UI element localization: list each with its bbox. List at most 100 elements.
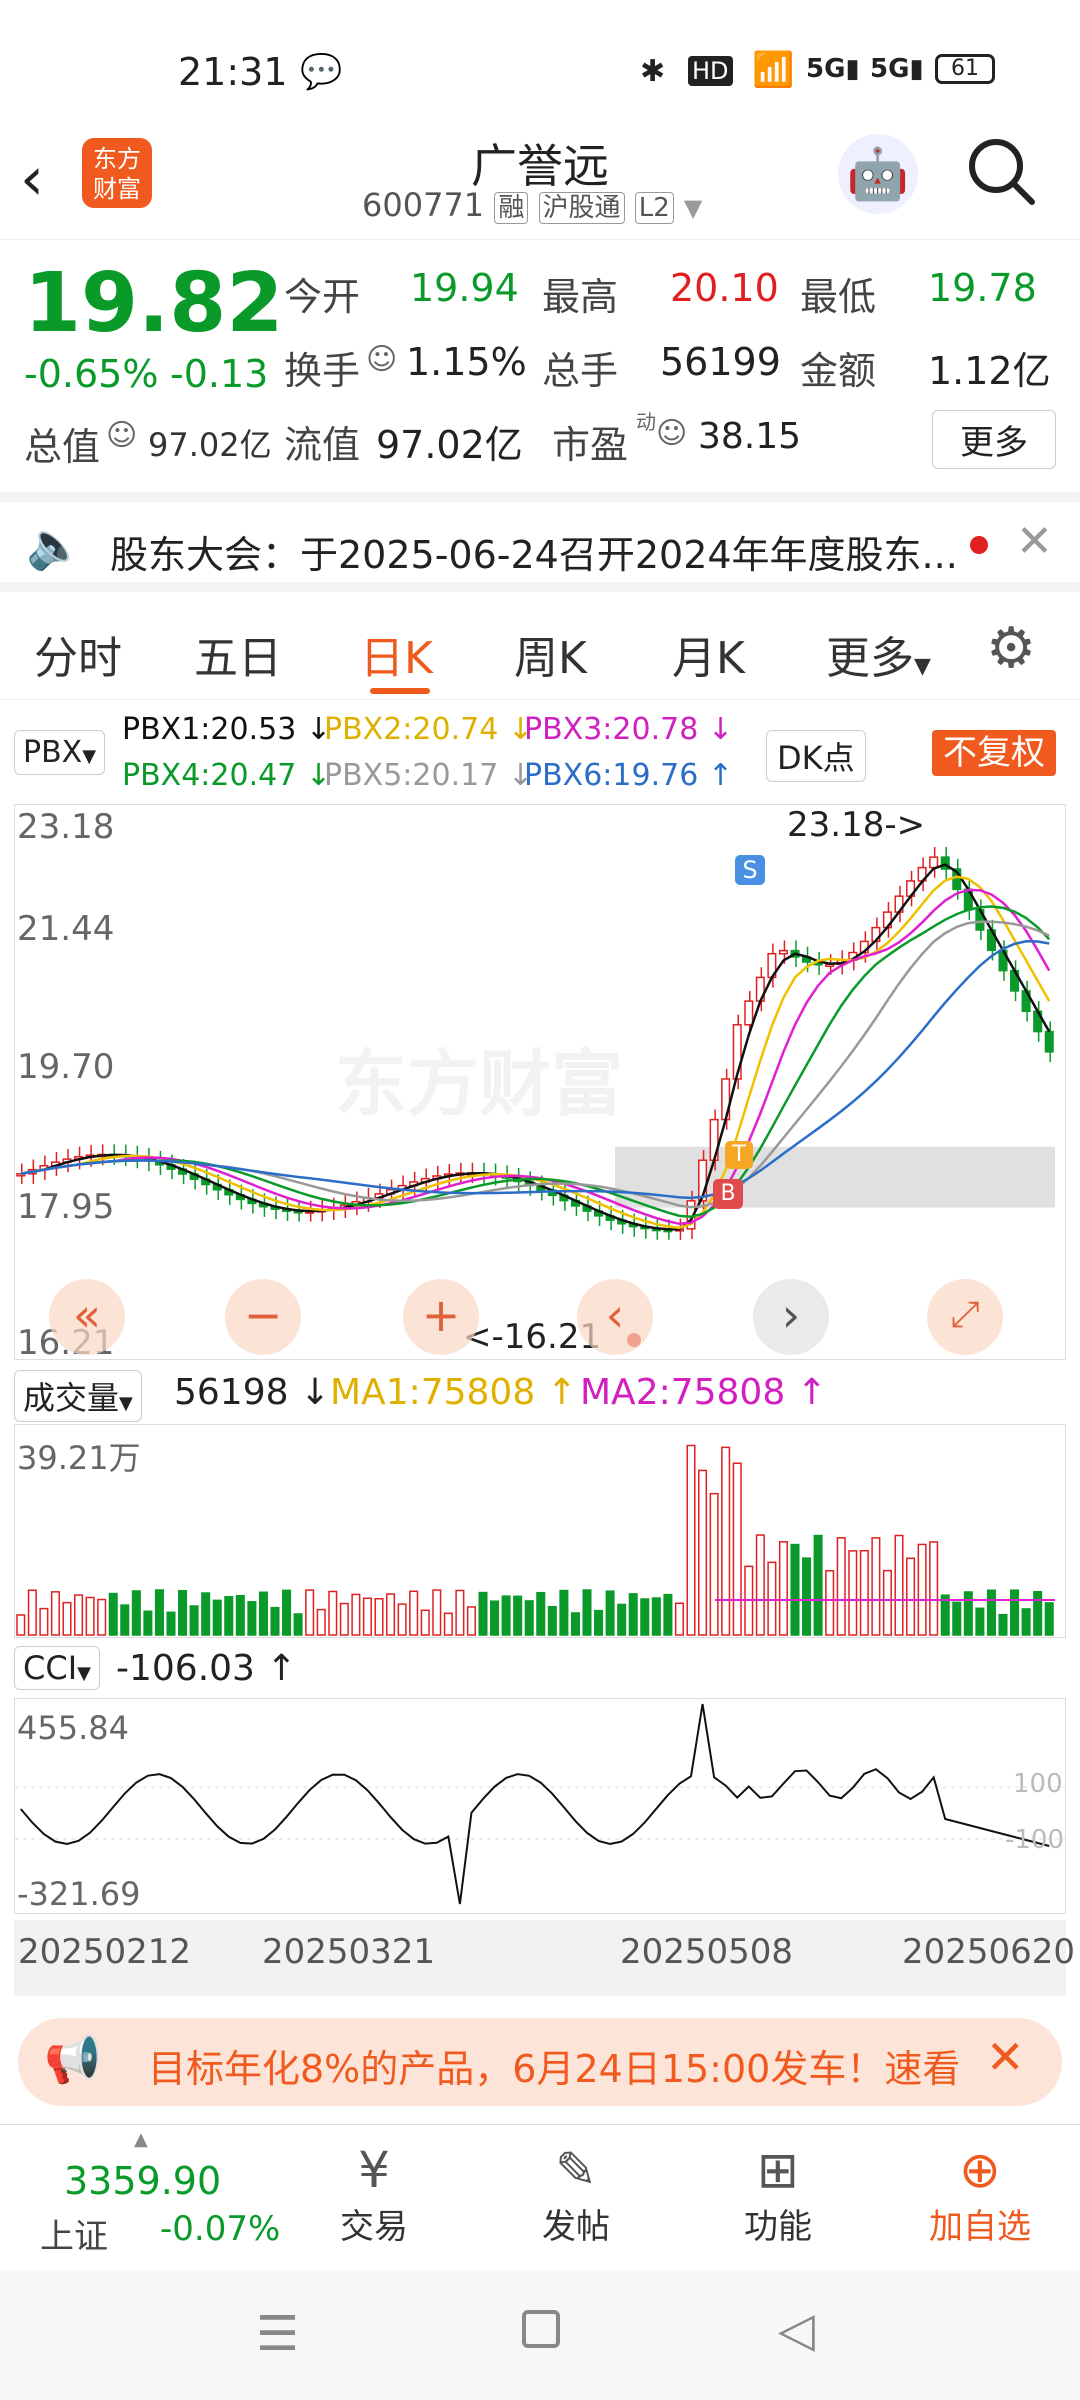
scroll-right-button[interactable]: › xyxy=(753,1279,829,1355)
volume-bar xyxy=(975,1607,985,1636)
cci-chart[interactable]: 455.84 -321.69 100 -100 xyxy=(14,1698,1066,1914)
volume-bar xyxy=(85,1596,95,1636)
tab-weekly-k[interactable]: 周K xyxy=(514,622,587,686)
volume-bar xyxy=(582,1589,592,1636)
volume-bar xyxy=(536,1591,546,1636)
t-marker[interactable]: T xyxy=(725,1141,753,1169)
close-icon[interactable]: ✕ xyxy=(1016,516,1053,567)
volume-bar xyxy=(108,1592,118,1636)
promo-close-icon[interactable]: ✕ xyxy=(986,2030,1025,2084)
candle-body xyxy=(778,949,788,955)
signal-5g-icon: 5G▮ xyxy=(806,54,860,84)
cci-svg xyxy=(15,1703,1065,1905)
tab-intraday[interactable]: 分时 xyxy=(34,622,122,686)
post-edit-icon: ✎ xyxy=(555,2141,597,2199)
tab-daily-k[interactable]: 日K xyxy=(360,622,433,686)
fullscreen-icon[interactable]: ⤢ xyxy=(927,1279,1003,1355)
volume-ma2: MA2:75808 ↑ xyxy=(580,1372,827,1413)
promo-banner[interactable]: 📢 目标年化8%的产品，6月24日15:00发车！速看 ✕ xyxy=(18,2018,1062,2106)
dk-point-button[interactable]: DK点 xyxy=(766,730,866,782)
tab-more[interactable]: 更多▼ xyxy=(826,622,931,686)
kline-chart[interactable]: 东方财富 23.18 21.44 19.70 17.95 16.21 23.18… xyxy=(14,804,1066,1363)
zoom-out-button[interactable]: − xyxy=(225,1279,301,1355)
volume-bar xyxy=(825,1570,835,1636)
volume-chart[interactable]: 39.21万 xyxy=(14,1424,1066,1638)
legend-pbx5-text: PBX5:20.17 xyxy=(324,758,499,793)
tab-monthly-k[interactable]: 月K xyxy=(672,622,745,686)
volume-bar xyxy=(351,1593,361,1636)
volume-indicator-select[interactable]: 成交量▼ xyxy=(14,1370,142,1422)
volume-bar xyxy=(178,1589,188,1636)
date-axis: 20250212 20250321 20250508 20250620 xyxy=(14,1920,1075,1996)
nav-functions[interactable]: ⊞ 功能 xyxy=(718,2141,838,2248)
tab-five-day[interactable]: 五日 xyxy=(194,622,282,686)
nav-post[interactable]: ✎ 发帖 xyxy=(516,2141,636,2248)
buy-marker[interactable]: B xyxy=(713,1179,743,1209)
notice-bar[interactable]: 🔈 股东大会：于2025-06-24召开2024年年度股东... ✕ xyxy=(0,492,1080,592)
unread-dot xyxy=(970,536,988,554)
sell-marker[interactable]: S xyxy=(735,855,765,885)
scroll-left-button[interactable]: ‹ xyxy=(577,1279,653,1355)
volume-bar xyxy=(420,1609,430,1636)
date-label-4: 20250620 xyxy=(902,1932,1076,1972)
trade-yen-icon: ¥ xyxy=(358,2141,390,2199)
volume-ma1: MA1:75808 ↑ xyxy=(330,1372,577,1413)
low-label: 最低 xyxy=(800,275,877,319)
legend-pbx6: PBX6:19.76 ↑ xyxy=(524,758,733,793)
index-expand-icon[interactable]: ▲ xyxy=(134,2129,148,2150)
volume-bar xyxy=(1021,1608,1031,1636)
chevron-down-icon[interactable]: ▼ xyxy=(684,194,702,222)
index-change[interactable]: -0.07% xyxy=(160,2209,280,2249)
more-button[interactable]: 更多 xyxy=(932,410,1056,469)
cci-value-text: -106.03 xyxy=(116,1648,255,1689)
indicator-select[interactable]: PBX▼ xyxy=(14,730,106,775)
volume-bar xyxy=(674,1602,684,1636)
search-icon[interactable] xyxy=(964,134,1038,208)
volume-ma1-text: MA1:75808 xyxy=(330,1372,536,1413)
volume-bar xyxy=(258,1591,268,1636)
legend-pbx1-text: PBX1:20.53 xyxy=(122,712,297,747)
volume-bar xyxy=(443,1612,453,1636)
y-label-max: 23.18 xyxy=(17,807,115,847)
max-price-label: 23.18-> xyxy=(787,805,926,845)
nav-add-watchlist[interactable]: ⊕ 加自选 xyxy=(920,2141,1040,2248)
home-icon[interactable] xyxy=(522,2310,560,2348)
settings-gear-icon[interactable]: ⚙ xyxy=(986,616,1036,681)
index-name[interactable]: 上证 xyxy=(40,2209,108,2258)
volume-bar xyxy=(97,1598,107,1636)
volume-bar xyxy=(455,1589,465,1636)
back-triangle-icon[interactable]: ◁ xyxy=(778,2302,815,2358)
scroll-left-fast-button[interactable]: « xyxy=(49,1279,125,1355)
volume-bar xyxy=(859,1549,869,1636)
adjust-button[interactable]: 不复权 xyxy=(932,730,1056,776)
turnover-info-icon: ☺ xyxy=(366,342,398,377)
legend-pbx5: PBX5:20.17 ↓ xyxy=(324,758,533,793)
candle-body xyxy=(744,1000,754,1026)
nav-trade[interactable]: ¥ 交易 xyxy=(314,2141,434,2248)
volume-bar xyxy=(894,1534,904,1636)
volume-bar xyxy=(466,1606,476,1636)
zoom-in-button[interactable]: + xyxy=(403,1279,479,1355)
volume-bar xyxy=(547,1605,557,1636)
cci-indicator-select[interactable]: CCI▼ xyxy=(14,1646,100,1690)
nav-post-label: 发帖 xyxy=(542,2207,610,2247)
bottom-toolbar: ▲ 3359.90 上证 -0.07% ¥ 交易 ✎ 发帖 ⊞ 功能 ⊕ 加自选 xyxy=(0,2124,1080,2269)
battery-icon: 61 xyxy=(935,54,995,84)
nav-add-label: 加自选 xyxy=(929,2207,1031,2247)
turnover-value: 1.15% xyxy=(406,340,527,384)
volume-bar xyxy=(813,1534,823,1636)
nav-trade-label: 交易 xyxy=(340,2207,408,2247)
date-label-1: 20250212 xyxy=(18,1932,192,1972)
volume-bar xyxy=(409,1590,419,1636)
volume-bar xyxy=(212,1599,222,1636)
tab-more-caret-icon: ▼ xyxy=(914,654,931,679)
robot-assistant-icon[interactable]: 🤖 xyxy=(838,134,918,214)
volume-bar xyxy=(524,1600,534,1636)
index-value[interactable]: 3359.90 xyxy=(64,2159,221,2203)
menu-icon[interactable]: ☰ xyxy=(256,2306,299,2362)
volume-bar xyxy=(998,1613,1008,1636)
open-value: 19.94 xyxy=(410,266,519,310)
change-amt: -0.13 xyxy=(170,352,269,396)
volume-bar xyxy=(16,1614,26,1636)
volume-bar xyxy=(986,1589,996,1636)
